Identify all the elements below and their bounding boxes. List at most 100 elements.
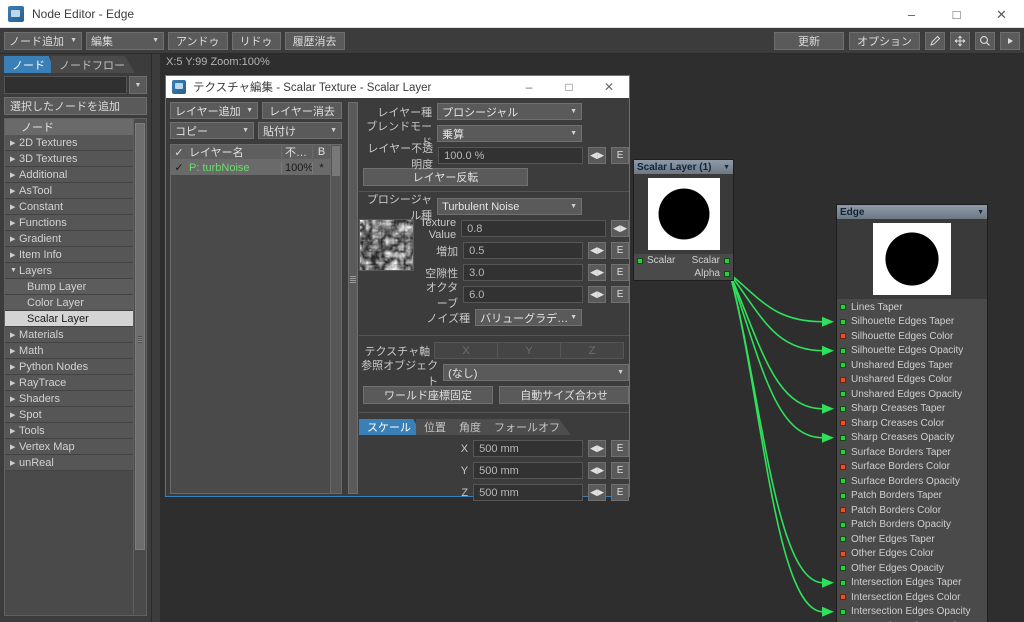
port-dot-icon[interactable]: [840, 594, 846, 601]
edge-port-patch-borders-color[interactable]: Patch Borders Color: [837, 503, 987, 518]
port-dot-icon[interactable]: [840, 449, 846, 456]
chevron-down-icon[interactable]: ▼: [977, 209, 984, 216]
reference-object-select[interactable]: (なし) ▼: [443, 364, 630, 381]
paste-dropdown[interactable]: 貼付け ▼: [258, 122, 342, 139]
tree-scrollbar-thumb[interactable]: [135, 123, 145, 550]
port-dot-icon[interactable]: [840, 405, 846, 412]
delete-layer-button[interactable]: レイヤー消去: [262, 102, 342, 119]
panel-tab-1[interactable]: ノードフロー: [51, 56, 135, 73]
tree-item-materials[interactable]: ▶ Materials: [5, 327, 133, 343]
octaves-spinner[interactable]: ◀▶: [588, 286, 607, 303]
tree-item-scalar-layer[interactable]: Scalar Layer: [5, 311, 133, 327]
axis-z-envelope-button[interactable]: E: [611, 484, 630, 501]
dialog-divider-bar[interactable]: [347, 102, 358, 494]
move-icon[interactable]: [950, 31, 970, 50]
row-checkbox[interactable]: ✓: [171, 161, 187, 174]
tree-item-shaders[interactable]: ▶ Shaders: [5, 391, 133, 407]
window-minimize-button[interactable]: –: [889, 0, 934, 28]
axis-x-envelope-button[interactable]: E: [611, 440, 630, 457]
edge-port-intersection-edges-taper[interactable]: Intersection Edges Taper: [837, 576, 987, 591]
edge-port-surface-borders-taper[interactable]: Surface Borders Taper: [837, 445, 987, 460]
clear-history-button[interactable]: 履歴消去: [284, 31, 345, 50]
port-dot-icon[interactable]: [840, 376, 846, 383]
increment-spinner[interactable]: ◀▶: [588, 242, 607, 259]
chevron-down-icon[interactable]: ▼: [10, 267, 19, 274]
texture-value-spinner[interactable]: ◀▶: [611, 220, 630, 237]
window-maximize-button[interactable]: □: [934, 0, 979, 28]
edge-port-sharp-creases-taper[interactable]: Sharp Creases Taper: [837, 402, 987, 417]
node-port-row[interactable]: Alpha: [634, 267, 733, 280]
axis-x-spinner[interactable]: ◀▶: [588, 440, 607, 457]
tree-item-layers[interactable]: ▼ Layers: [5, 263, 133, 279]
texture-axis-y-button[interactable]: Y: [497, 342, 562, 359]
port-dot-icon[interactable]: [840, 608, 846, 615]
node-canvas[interactable]: X:5 Y:99 Zoom:100% Scalar Layer (1) ▼ Sc…: [160, 54, 1024, 622]
port-dot-icon[interactable]: [840, 347, 846, 354]
search-input[interactable]: [4, 76, 127, 94]
node-edge[interactable]: Edge ▼ Lines Taper Silhouette Edges Taper…: [836, 204, 988, 622]
play-icon[interactable]: [1000, 31, 1020, 50]
port-dot-icon[interactable]: [840, 550, 846, 557]
edge-port-silhouette-edges-color[interactable]: Silhouette Edges Color: [837, 329, 987, 344]
edge-port-patch-borders-opacity[interactable]: Patch Borders Opacity: [837, 518, 987, 533]
add-selected-node-button[interactable]: 選択したノードを追加: [4, 97, 147, 115]
tree-item-constant[interactable]: ▶ Constant: [5, 199, 133, 215]
axis-z-input[interactable]: 500 mm: [473, 484, 584, 501]
transform-tab-3[interactable]: フォールオフ: [486, 419, 571, 435]
panel-divider[interactable]: [152, 54, 160, 622]
layer-list[interactable]: ✓ レイヤー名 不… B ✓ P: turbNoise 100% *: [170, 144, 331, 494]
edge-port-silhouette-edges-opacity[interactable]: Silhouette Edges Opacity: [837, 344, 987, 359]
chevron-right-icon[interactable]: ▶: [10, 411, 19, 419]
edit-dropdown[interactable]: 編集 ▼: [86, 31, 164, 50]
increment-envelope-button[interactable]: E: [611, 242, 630, 259]
axis-z-spinner[interactable]: ◀▶: [588, 484, 607, 501]
tree-item-math[interactable]: ▶ Math: [5, 343, 133, 359]
chevron-right-icon[interactable]: ▶: [10, 427, 19, 435]
dialog-close-button[interactable]: ✕: [589, 76, 629, 98]
layer-list-scrollbar-thumb[interactable]: [332, 146, 340, 176]
layer-list-scrollbar[interactable]: [331, 144, 342, 494]
edge-port-other-edges-color[interactable]: Other Edges Color: [837, 547, 987, 562]
node-header[interactable]: Edge ▼: [837, 205, 987, 219]
tree-item-spot[interactable]: ▶ Spot: [5, 407, 133, 423]
world-coords-button[interactable]: ワールド座標固定: [363, 385, 494, 404]
tree-item-python-nodes[interactable]: ▶ Python Nodes: [5, 359, 133, 375]
tree-item-2d-textures[interactable]: ▶ 2D Textures: [5, 135, 133, 151]
panel-tab-0[interactable]: ノード: [4, 56, 55, 73]
node-port-row[interactable]: Scalar Scalar: [634, 254, 733, 267]
auto-size-button[interactable]: 自動サイズ合わせ: [499, 385, 630, 404]
axis-y-input[interactable]: 500 mm: [473, 462, 584, 479]
transform-tab-0[interactable]: スケール: [359, 419, 422, 435]
layer-type-select[interactable]: プロシージャル ▼: [437, 103, 583, 120]
increment-input[interactable]: 0.5: [463, 242, 584, 259]
port-dot-icon[interactable]: [840, 463, 846, 470]
tree-item-3d-textures[interactable]: ▶ 3D Textures: [5, 151, 133, 167]
octaves-envelope-button[interactable]: E: [611, 286, 630, 303]
port-dot-icon[interactable]: [840, 492, 846, 499]
node-header[interactable]: Scalar Layer (1) ▼: [634, 160, 733, 174]
search-dropdown-button[interactable]: ▼: [129, 76, 147, 94]
edge-port-other-edges-taper[interactable]: Other Edges Taper: [837, 532, 987, 547]
dialog-maximize-button[interactable]: □: [549, 76, 589, 98]
transform-tab-2[interactable]: 角度: [451, 419, 492, 435]
chevron-right-icon[interactable]: ▶: [10, 139, 19, 147]
edge-port-surface-borders-color[interactable]: Surface Borders Color: [837, 460, 987, 475]
port-dot-icon[interactable]: [840, 362, 846, 369]
chevron-right-icon[interactable]: ▶: [10, 219, 19, 227]
magnifier-icon[interactable]: [975, 31, 995, 50]
pen-icon[interactable]: [925, 31, 945, 50]
port-dot-icon[interactable]: [840, 333, 846, 340]
output-port-dot-icon[interactable]: [724, 257, 730, 264]
lacunarity-spinner[interactable]: ◀▶: [588, 264, 607, 281]
dialog-column-divider[interactable]: [346, 98, 359, 498]
port-dot-icon[interactable]: [840, 434, 846, 441]
tree-scrollbar[interactable]: [134, 118, 147, 616]
options-button[interactable]: オプション: [849, 31, 920, 50]
input-port-dot-icon[interactable]: [637, 257, 643, 264]
chevron-right-icon[interactable]: ▶: [10, 347, 19, 355]
edge-port-other-edges-opacity[interactable]: Other Edges Opacity: [837, 561, 987, 576]
edge-port-unshared-edges-opacity[interactable]: Unshared Edges Opacity: [837, 387, 987, 402]
node-scalar-layer[interactable]: Scalar Layer (1) ▼ Scalar Scalar Alpha: [633, 159, 734, 281]
port-dot-icon[interactable]: [840, 565, 846, 572]
tree-item-unreal[interactable]: ▶ unReal: [5, 455, 133, 471]
